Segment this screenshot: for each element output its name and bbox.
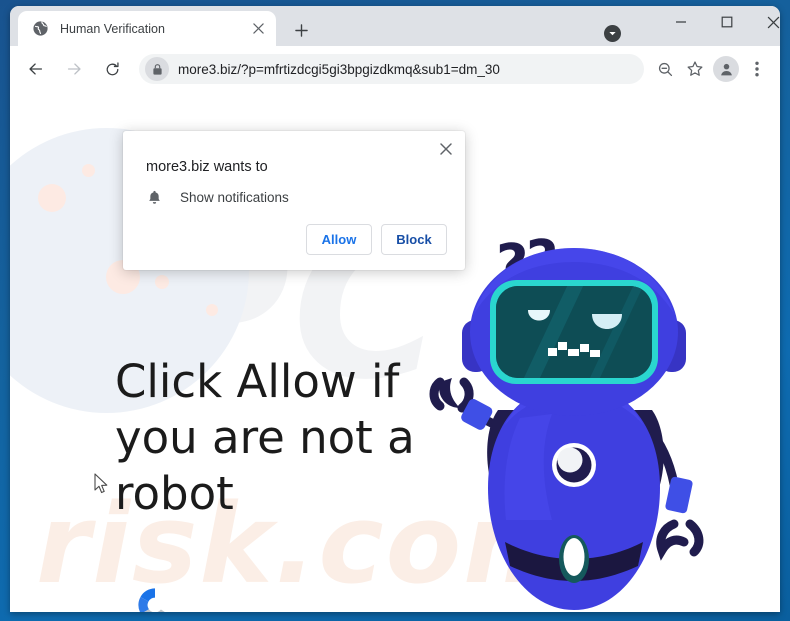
browser-window: Human Verification more3.biz/?p=mfrtizdc… [10,6,780,612]
reload-icon [106,61,119,75]
desktop-backdrop: Human Verification more3.biz/?p=mfrtizdc… [0,0,790,621]
page-headline: Click Allow if you are not a robot [115,355,415,520]
dialog-title: more3.biz wants to [146,159,268,175]
browser-menu-button[interactable] [742,54,772,84]
window-close-button[interactable] [750,6,780,38]
tab-close-icon[interactable] [248,19,268,39]
globe-icon [33,21,48,36]
browser-tab[interactable]: Human Verification [18,11,276,46]
three-dots-icon [755,61,759,77]
star-icon [687,61,703,76]
mouse-pointer-icon [94,473,108,494]
window-minimize-button[interactable] [658,6,704,38]
robot-illustration: ? ? [429,232,704,610]
dialog-permission-row: Show notifications [146,189,289,206]
captcha-logo: E-CAPTCHA [118,584,192,612]
dialog-close-button[interactable] [435,138,457,160]
new-tab-button[interactable] [288,17,314,43]
forward-button[interactable] [59,54,89,84]
address-bar[interactable]: more3.biz/?p=mfrtizdcgi5gi3bpgizdkmq&sub… [139,54,644,84]
tab-title: Human Verification [60,21,165,36]
block-button[interactable]: Block [381,224,447,255]
decor-bubble [206,304,218,316]
page-content: PC risk.com Click Allow if you are not a… [10,92,780,612]
window-maximize-button[interactable] [704,6,750,38]
bell-icon [149,190,160,204]
close-icon [440,143,452,155]
lock-icon [152,63,162,75]
maximize-icon [721,16,733,28]
person-icon [720,63,732,75]
zoom-out-icon [658,62,672,76]
bookmark-button[interactable] [680,54,710,84]
profile-avatar[interactable] [713,56,739,82]
reload-button[interactable] [97,54,127,84]
notification-permission-dialog: more3.biz wants to Show notifications Al… [123,131,465,270]
zoom-out-button[interactable] [650,54,680,84]
minimize-icon [676,21,686,23]
site-info-button[interactable] [145,57,169,81]
back-button[interactable] [21,54,51,84]
decor-bubble [82,164,95,177]
url-text: more3.biz/?p=mfrtizdcgi5gi3bpgizdkmq&sub… [178,61,500,77]
tab-strip: Human Verification [10,6,780,46]
plus-icon [294,23,308,37]
dialog-actions: Allow Block [306,224,447,255]
browser-toolbar: more3.biz/?p=mfrtizdcgi5gi3bpgizdkmq&sub… [10,46,780,92]
tab-search-button[interactable] [604,25,621,42]
arrow-right-icon [67,63,81,75]
decor-bubble [38,184,66,212]
dialog-permission-text: Show notifications [180,190,289,205]
close-icon [767,16,779,28]
c-ring-icon [138,588,165,612]
allow-button[interactable]: Allow [306,224,372,255]
chevron-down-icon [609,32,616,36]
arrow-left-icon [29,63,43,75]
decor-bubble [155,275,169,289]
